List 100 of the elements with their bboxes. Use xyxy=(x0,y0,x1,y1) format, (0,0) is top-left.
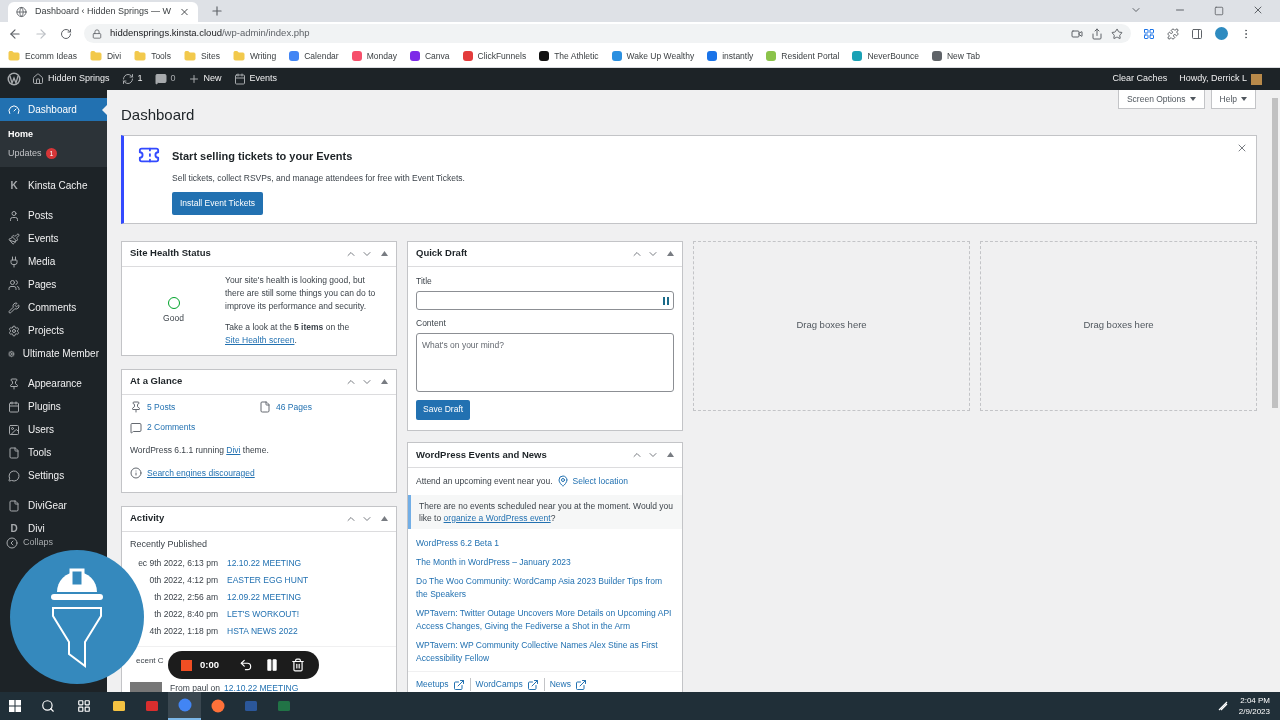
close-icon[interactable] xyxy=(179,6,190,18)
bookmark[interactable]: instantly xyxy=(707,49,754,63)
maximize-icon[interactable] xyxy=(1214,6,1224,16)
site-link[interactable]: Hidden Springs xyxy=(28,72,114,86)
search-icon[interactable] xyxy=(41,699,55,713)
new-tab-icon[interactable] xyxy=(210,4,224,18)
share-icon[interactable] xyxy=(1091,27,1103,40)
section-heading: Recently Published xyxy=(129,537,209,551)
post-link[interactable]: LET'S WORKOUT! xyxy=(227,608,299,621)
post-link[interactable]: EASTER EGG HUNT xyxy=(227,574,309,587)
health-text: Your site's health is looking good, but there are still some things you can do to improve its performance and security. xyxy=(225,273,377,313)
close-icon[interactable] xyxy=(1252,4,1264,16)
version-text: WordPress 6.1.1 running Divi theme. xyxy=(130,444,270,457)
screen-options-tab[interactable]: Screen Options xyxy=(1117,90,1205,109)
address-field[interactable]: hiddensprings.kinsta.cloud/wp-admin/index.php xyxy=(84,24,1131,43)
footer-link[interactable]: Meetups xyxy=(416,678,449,692)
clock[interactable]: 2:04 PM 2/9/2023 xyxy=(1238,695,1270,717)
footer-link[interactable]: News xyxy=(549,678,571,692)
glance-link[interactable]: 5 Posts xyxy=(130,400,259,414)
sidebar-item[interactable]: Pages xyxy=(0,273,107,296)
bookmark[interactable]: Divi xyxy=(89,49,122,63)
sidebar-item[interactable]: Settings xyxy=(0,464,107,487)
sidebar-item[interactable]: Comments xyxy=(0,296,107,319)
post-link[interactable]: 12.10.22 MEETING xyxy=(227,557,302,570)
new-link[interactable]: New xyxy=(179,72,230,86)
bookmark[interactable]: Sites xyxy=(184,49,220,63)
bookmark[interactable]: Resident Portal xyxy=(766,49,840,63)
undo-icon[interactable] xyxy=(239,658,253,672)
collapse-icon[interactable] xyxy=(667,251,674,256)
search-engines-link[interactable]: Search engines discouraged xyxy=(147,466,255,480)
glance-link[interactable]: 2 Comments xyxy=(130,421,259,434)
bookmark[interactable]: Calendar xyxy=(289,49,339,63)
camera-icon[interactable] xyxy=(1071,27,1083,40)
article-link[interactable]: WPTavern: Twitter Outage Uncovers More Details on Upcoming API Access Changes, Giving the Fediverse a Shot in the Arm xyxy=(416,606,674,633)
wordpress-logo[interactable] xyxy=(7,72,21,86)
post-link[interactable]: 12.09.22 MEETING xyxy=(227,591,302,604)
bookmark-star-icon[interactable] xyxy=(1111,27,1123,40)
sidebar-item[interactable]: Tools xyxy=(0,441,107,464)
stop-button[interactable] xyxy=(181,659,192,671)
sidebar-item[interactable]: Appearance xyxy=(0,372,107,395)
bookmark[interactable]: Ecomm Ideas xyxy=(8,49,77,63)
collapse-icon[interactable] xyxy=(381,251,388,256)
clear-caches-link[interactable]: Clear Caches xyxy=(1104,72,1176,86)
back-icon[interactable] xyxy=(8,26,22,41)
post-date: th 2022, 2:56 am xyxy=(153,591,219,604)
taskbar-app[interactable] xyxy=(168,692,201,720)
sidebar-item[interactable]: Posts xyxy=(0,204,107,227)
folder-icon xyxy=(184,50,196,62)
bookmark[interactable]: The Athletic xyxy=(539,49,599,63)
side-panel-icon[interactable] xyxy=(1191,27,1203,40)
sidebar-item[interactable]: Media xyxy=(0,250,107,273)
glance-link[interactable]: 46 Pages xyxy=(259,400,388,414)
install-button[interactable]: Install Event Tickets xyxy=(172,191,264,215)
browser-tab[interactable]: Dashboard ‹ Hidden Springs — W xyxy=(8,2,198,22)
submenu-item[interactable]: Home xyxy=(0,125,107,144)
content-field[interactable]: What's on your mind? xyxy=(416,333,674,392)
bookmark[interactable]: Canva xyxy=(409,49,450,63)
collapse-icon[interactable] xyxy=(381,516,388,521)
bookmark[interactable]: Tools xyxy=(134,49,171,63)
sidebar-item[interactable]: DiviGear xyxy=(0,494,107,517)
bookmark[interactable]: Writing xyxy=(232,49,277,63)
task-view-icon[interactable] xyxy=(77,699,91,713)
sidebar-item[interactable]: Dashboard xyxy=(0,98,107,121)
collapse-icon[interactable] xyxy=(667,452,674,458)
save-draft-button[interactable]: Save Draft xyxy=(416,399,471,420)
events-link[interactable]: Events xyxy=(229,72,282,86)
sidebar-item[interactable]: Plugins xyxy=(0,395,107,418)
bookmark[interactable]: NeverBounce xyxy=(852,49,919,63)
bookmark[interactable]: Wake Up Wealthy xyxy=(611,49,695,63)
start-icon[interactable] xyxy=(9,700,21,712)
sidebar-item[interactable]: K Kinsta Cache xyxy=(0,174,107,197)
collapse-menu-button[interactable]: Collaps xyxy=(0,537,53,549)
comment-post-link[interactable]: 12.10.22 MEETING xyxy=(224,682,299,692)
updates-link[interactable]: 1 xyxy=(113,72,151,86)
footer-link[interactable]: WordCamps xyxy=(475,678,523,692)
account-link[interactable]: Howdy, Derrick L xyxy=(1175,72,1251,86)
post-link[interactable]: HSTA NEWS 2022 xyxy=(227,625,298,638)
title-field[interactable] xyxy=(416,291,674,311)
article-link[interactable]: WPTavern: WP Community Collective Names Alex Stine as First Accessibility Fellow xyxy=(416,638,674,665)
delete-icon[interactable] xyxy=(291,658,305,672)
pause-icon[interactable] xyxy=(265,658,279,672)
reload-icon[interactable] xyxy=(60,27,72,40)
article-link[interactable]: WordPress 6.2 Beta 1 xyxy=(416,536,674,550)
select-location-link[interactable]: Select location xyxy=(572,474,628,488)
help-tab[interactable]: Help xyxy=(1210,90,1256,109)
theme-link[interactable]: Divi xyxy=(226,445,241,455)
profile-avatar[interactable] xyxy=(1215,27,1228,40)
bookmark[interactable]: New Tab xyxy=(932,49,980,63)
article-link[interactable]: Do The Woo Community: WordCamp Asia 2023 Builder Tips from the Speakers xyxy=(416,574,674,601)
bookmark[interactable]: Monday xyxy=(351,49,397,63)
sidebar-item[interactable]: Ultimate Member xyxy=(0,342,107,365)
sidebar-item[interactable]: Projects xyxy=(0,319,107,342)
comments-link[interactable]: 0 xyxy=(150,72,180,86)
sidebar-item[interactable]: Users xyxy=(0,418,107,441)
sidebar-item[interactable]: Events xyxy=(0,227,107,250)
article-link[interactable]: The Month in WordPress – January 2023 xyxy=(416,555,674,569)
organize-event-link[interactable]: organize a WordPress event xyxy=(443,512,551,523)
extensions-icon[interactable] xyxy=(1167,27,1179,40)
bookmark[interactable]: ClickFunnels xyxy=(462,49,527,63)
collapse-icon[interactable] xyxy=(381,379,388,384)
